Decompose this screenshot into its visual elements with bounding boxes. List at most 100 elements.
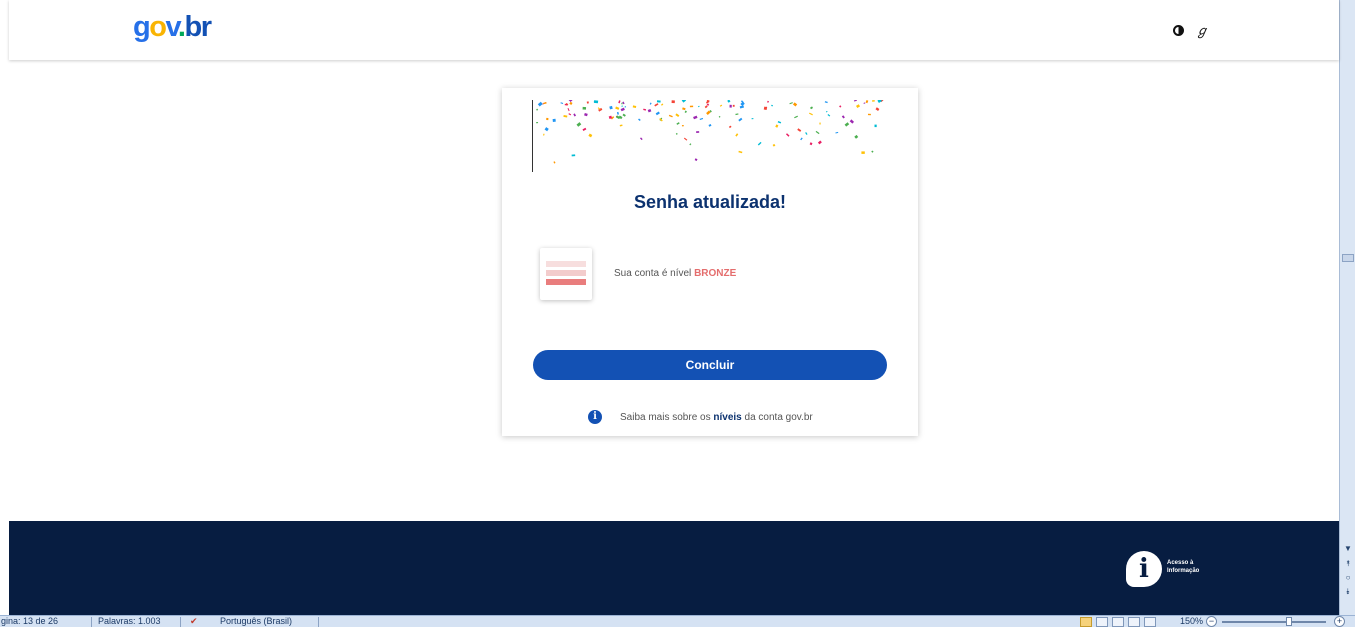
confetti-piece (683, 137, 688, 141)
confetti-piece (553, 161, 556, 164)
confetti-piece (775, 124, 779, 128)
proofing-icon[interactable]: ✔ (190, 616, 198, 627)
confetti-piece (844, 122, 850, 127)
confetti-piece (854, 134, 859, 139)
confetti-piece (696, 131, 700, 133)
scroll-thumb[interactable] (1342, 254, 1354, 262)
info-bold[interactable]: níveis (713, 412, 741, 423)
confetti-piece (552, 118, 556, 122)
level-value: BRONZE (694, 268, 737, 279)
confetti-piece (543, 102, 547, 105)
account-level-text: Sua conta é nível BRONZE (614, 268, 736, 279)
badge-bar-bottom (546, 279, 586, 285)
web-layout-view-icon[interactable] (1112, 617, 1124, 627)
info-icon: i (588, 410, 602, 424)
logo-letter-o: o (149, 11, 167, 43)
confetti-piece (738, 150, 743, 154)
confetti-piece (654, 103, 659, 107)
conclude-button[interactable]: Concluir (533, 350, 887, 380)
scroll-down-arrow-icon[interactable]: ▼ (1342, 543, 1354, 555)
logo-letter-r: r (200, 11, 212, 43)
confetti-piece (649, 102, 652, 105)
confetti-piece (632, 105, 637, 108)
confetti-piece (656, 100, 661, 103)
confetti-piece (825, 110, 828, 113)
confetti-piece (573, 113, 576, 117)
select-browse-object-icon[interactable]: ○ (1342, 572, 1354, 584)
confetti-piece (797, 128, 802, 132)
page-count[interactable]: gina: 13 de 26 (1, 616, 58, 627)
confetti-piece (560, 102, 564, 104)
confetti-piece (875, 107, 880, 111)
logo-letter-b: b (184, 11, 202, 43)
confetti-piece (568, 113, 572, 116)
confetti-piece (621, 102, 623, 105)
confetti-piece (622, 101, 625, 105)
zoom-level[interactable]: 150% (1180, 616, 1203, 627)
confetti-piece (624, 105, 627, 108)
confetti-piece (824, 101, 828, 104)
confetti-piece (576, 122, 582, 127)
full-screen-reading-view-icon[interactable] (1096, 617, 1108, 627)
outline-view-icon[interactable] (1128, 617, 1140, 627)
confetti-piece (839, 105, 842, 108)
hand-sign-icon[interactable]: ℊ (1195, 24, 1209, 38)
confetti-piece (699, 117, 704, 121)
draft-view-icon[interactable] (1144, 617, 1156, 627)
previous-page-icon[interactable]: ⯭ (1342, 558, 1354, 570)
confetti-edge-line (532, 100, 533, 172)
ai-glyph: i (1139, 554, 1149, 584)
bronze-level-badge-icon (540, 248, 592, 300)
status-bar: gina: 13 de 26 Palavras: 1.003 ✔ Portugu… (0, 615, 1355, 627)
next-page-icon[interactable]: ⯯ (1342, 586, 1354, 598)
confetti-piece (872, 100, 875, 102)
word-count[interactable]: Palavras: 1.003 (98, 616, 161, 627)
confetti-piece (849, 119, 855, 124)
zoom-slider-handle[interactable] (1286, 617, 1292, 626)
confetti-piece (739, 105, 745, 109)
access-information-label[interactable]: Acesso à Informação (1167, 559, 1199, 575)
confetti-piece (805, 132, 808, 135)
badge-bar-middle (546, 270, 586, 276)
zoom-slider[interactable] (1222, 621, 1326, 623)
confetti-piece (728, 125, 732, 129)
badge-bar-top (546, 261, 586, 267)
confetti-piece (841, 115, 845, 119)
confetti-piece (567, 108, 570, 112)
confetti-piece (584, 113, 588, 117)
zoom-in-icon[interactable]: + (1334, 616, 1345, 627)
confetti-piece (777, 121, 782, 124)
confetti-piece (871, 150, 874, 153)
zoom-out-icon[interactable]: − (1206, 616, 1217, 627)
print-layout-view-icon[interactable] (1080, 617, 1092, 627)
confetti-piece (546, 117, 549, 121)
confetti-piece (655, 111, 660, 116)
left-edge (0, 0, 9, 615)
confetti-piece (867, 113, 871, 116)
confetti-piece (794, 115, 798, 119)
confetti-piece (571, 154, 576, 157)
confetti-piece (800, 137, 803, 141)
levels-info-link[interactable]: i Saiba mais sobre os níveis da conta go… (502, 410, 918, 426)
confetti-piece (582, 127, 587, 131)
confetti-piece (757, 141, 762, 146)
confetti-piece (809, 142, 813, 146)
confetti-piece (751, 118, 754, 120)
access-information-icon[interactable]: i (1126, 551, 1162, 587)
confetti-piece (569, 101, 573, 105)
info-suffix: da conta gov.br (741, 412, 813, 423)
confetti-piece (771, 104, 773, 107)
confetti-piece (582, 106, 587, 110)
govbr-logo[interactable]: gov.br (133, 11, 212, 43)
vertical-scrollbar[interactable]: ▼ ⯭ ○ ⯯ (1339, 0, 1355, 615)
confetti-piece (698, 105, 700, 108)
confetti-piece (684, 110, 687, 114)
confetti-piece (536, 121, 539, 124)
confetti-piece (706, 103, 710, 106)
confetti-piece (647, 108, 652, 113)
confetti-piece (735, 133, 739, 137)
contrast-icon[interactable] (1173, 24, 1187, 38)
levels-info-text[interactable]: Saiba mais sobre os níveis da conta gov.… (620, 412, 813, 423)
language-indicator[interactable]: Português (Brasil) (220, 616, 292, 627)
confetti-piece (643, 108, 647, 111)
